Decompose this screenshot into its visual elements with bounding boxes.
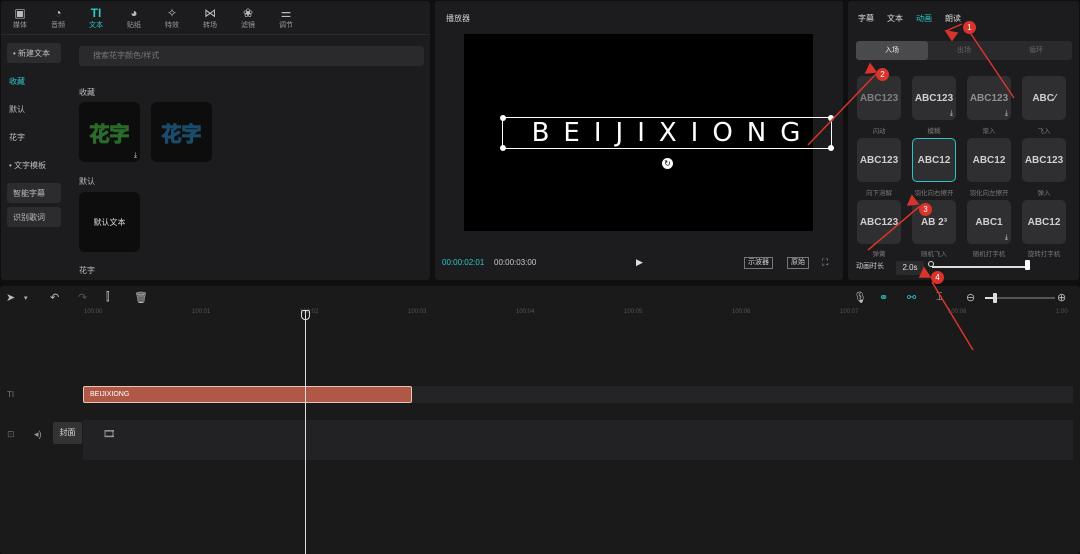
annotation-arrow — [945, 23, 963, 32]
annotation-arrow — [807, 73, 877, 146]
annotation-arrowhead — [918, 266, 932, 278]
annotation-arrow — [867, 205, 921, 251]
annotation-arrow — [931, 281, 974, 351]
annotation-badge: 3 — [919, 203, 932, 216]
annotation-overlay — [807, 23, 1015, 351]
annotation-badge: 1 — [963, 21, 976, 34]
annotation-arrowhead — [864, 62, 878, 74]
annotation-badge: 2 — [876, 68, 889, 81]
annotation-arrowhead — [906, 194, 920, 206]
annotation-badge: 4 — [931, 271, 944, 284]
annotation-arrowhead — [944, 29, 959, 42]
annotation-arrow — [966, 27, 1015, 99]
